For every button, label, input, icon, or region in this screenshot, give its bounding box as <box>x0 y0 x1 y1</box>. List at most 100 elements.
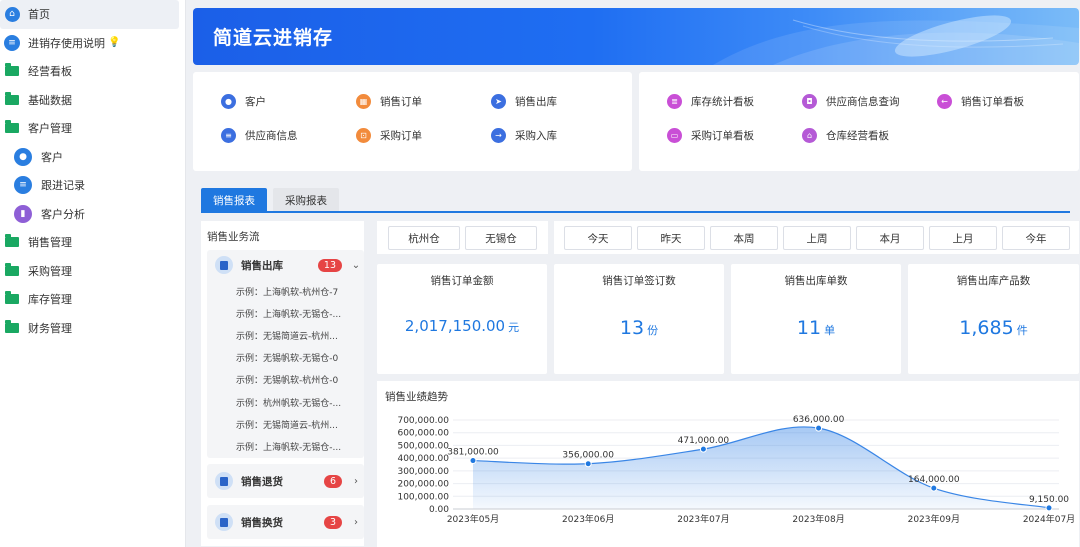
sidebar-item-label: 客户管理 <box>28 122 72 136</box>
shortcut-panel-left: ● 客户 ▦ 销售订单 ➤ 销售出库 ≡ 供应商信息 ⊡ 采购订单 → 采购入库 <box>193 72 632 171</box>
period-filter-this-year[interactable]: 今年 <box>1002 226 1070 250</box>
arrow-in-icon: → <box>491 128 506 143</box>
shortcut-purchase-order[interactable]: ⊡ 采购订单 <box>356 128 422 143</box>
shortcut-sales-order[interactable]: ▦ 销售订单 <box>356 94 422 109</box>
kpi-value: 1,685 件 <box>908 317 1079 339</box>
kpi-label: 销售出库单数 <box>784 275 848 287</box>
shortcut-inventory-dashboard[interactable]: ≣ 库存统计看板 <box>667 94 754 109</box>
shortcut-purchase-inbound[interactable]: → 采购入库 <box>491 128 557 143</box>
list-item[interactable]: 示例：无锡简道云-杭州... <box>207 324 364 346</box>
list-item[interactable]: 示例：无锡帆软-杭州仓-0 <box>207 369 364 391</box>
kpi-unit: 单 <box>824 324 836 337</box>
flow-group-label: 销售退货 <box>241 475 283 488</box>
data-point <box>584 460 592 468</box>
series-area <box>473 426 1049 509</box>
tab-sales-report[interactable]: 销售报表 <box>201 188 267 212</box>
kpi-card-order-count: 销售订单签订数 13 份 <box>554 264 724 374</box>
sidebar-item-home[interactable]: ⌂ 首页 <box>0 0 179 29</box>
grid-icon: ▦ <box>356 94 371 109</box>
period-filter-yesterday[interactable]: 昨天 <box>637 226 705 250</box>
flow-group-header[interactable]: 销售出库 13 ⌄ <box>207 250 364 280</box>
user-icon: ● <box>221 94 236 109</box>
period-filter-last-week[interactable]: 上周 <box>783 226 851 250</box>
folder-icon <box>4 120 20 136</box>
warehouse-filter-wuxi[interactable]: 无锡仓 <box>465 226 537 250</box>
chevron-right-icon[interactable]: › <box>348 517 364 528</box>
sidebar-item-customer-mgmt[interactable]: 客户管理 <box>0 114 185 143</box>
doc-icon: ≡ <box>221 128 236 143</box>
kpi-label: 销售出库产品数 <box>956 275 1031 287</box>
shortcut-label: 采购订单 <box>380 130 422 142</box>
flow-group-outbound: 销售出库 13 ⌄ 示例：上海帆软-杭州仓-7 示例：上海帆软-无锡仓-... … <box>207 250 364 458</box>
shortcut-supplier-query[interactable]: ◘ 供应商信息查询 <box>802 94 900 109</box>
shortcut-sales-outbound[interactable]: ➤ 销售出库 <box>491 94 557 109</box>
page-title: 简道云进销存 <box>213 27 334 49</box>
list-item[interactable]: 示例：上海帆软-无锡仓-... <box>207 302 364 324</box>
data-label: 636,000.00 <box>793 415 845 425</box>
kpi-number: 2,017,150.00 <box>404 317 506 335</box>
data-label: 164,000.00 <box>908 475 960 485</box>
kpi-value: 2,017,150.00 元 <box>377 317 547 335</box>
x-tick-label: 2024年07月 <box>1023 513 1075 525</box>
sidebar-item-label: 财务管理 <box>28 321 72 335</box>
shortcut-label: 仓库经营看板 <box>826 130 889 142</box>
y-tick-label: 500,000.00 <box>397 441 449 451</box>
period-filter-last-month[interactable]: 上月 <box>929 226 997 250</box>
report-tabs: 销售报表 采购报表 <box>201 188 345 212</box>
sidebar-item-customer[interactable]: ● 客户 <box>0 143 185 172</box>
period-filter-this-month[interactable]: 本月 <box>856 226 924 250</box>
flow-group-label: 销售出库 <box>241 259 283 272</box>
tab-purchase-report[interactable]: 采购报表 <box>273 188 339 212</box>
shortcut-customer[interactable]: ● 客户 <box>221 94 266 109</box>
data-label: 381,000.00 <box>447 448 499 458</box>
period-filter-this-week[interactable]: 本周 <box>710 226 778 250</box>
y-tick-label: 200,000.00 <box>397 480 449 490</box>
x-tick-label: 2023年06月 <box>562 513 614 525</box>
warehouse-filter-bar: 杭州仓 无锡仓 <box>377 221 548 254</box>
y-tick-label: 100,000.00 <box>397 492 449 502</box>
chevron-right-icon[interactable]: › <box>348 476 364 487</box>
count-badge: 3 <box>323 515 342 529</box>
data-point <box>1045 504 1053 512</box>
list-item[interactable]: 示例：无锡简道云-杭州... <box>207 413 364 435</box>
data-point <box>930 484 938 492</box>
folder-icon <box>4 91 20 108</box>
warehouse-filter-hangzhou[interactable]: 杭州仓 <box>388 226 460 250</box>
kpi-card-outbound-products: 销售出库产品数 1,685 件 <box>908 264 1079 374</box>
x-tick-label: 2023年08月 <box>792 513 844 525</box>
chevron-down-icon[interactable]: ⌄ <box>348 260 364 271</box>
list-item[interactable]: 示例：上海帆软-杭州仓-7 <box>207 280 364 302</box>
sidebar-item-inventory-mgmt[interactable]: 库存管理 <box>0 285 185 314</box>
shortcut-label: 销售出库 <box>515 96 557 108</box>
period-filter-today[interactable]: 今天 <box>564 226 632 250</box>
warehouse-icon: ⌂ <box>802 128 817 143</box>
sidebar-item-guide[interactable]: ≡ 进销存使用说明 💡 <box>0 29 185 58</box>
flow-group-header[interactable]: 销售退货 6 › <box>207 464 364 498</box>
list-item[interactable]: 示例：上海帆软-无锡仓-... <box>207 435 364 457</box>
shortcut-purchase-order-dashboard[interactable]: ▭ 采购订单看板 <box>667 128 754 143</box>
sidebar-item-finance-mgmt[interactable]: 财务管理 <box>0 314 185 343</box>
list-item[interactable]: 示例：无锡帆软-无锡仓-0 <box>207 347 364 369</box>
database-icon: ≣ <box>667 94 682 109</box>
period-filter-bar: 今天 昨天 本周 上周 本月 上月 今年 <box>554 221 1079 254</box>
sidebar-item-sales-mgmt[interactable]: 销售管理 <box>0 228 185 257</box>
sidebar-item-followup[interactable]: ≡ 跟进记录 <box>0 171 185 200</box>
user-icon: ● <box>14 147 32 166</box>
shortcut-label: 库存统计看板 <box>691 96 754 108</box>
shortcut-supplier-info[interactable]: ≡ 供应商信息 <box>221 128 298 143</box>
list-item[interactable]: 示例：杭州帆软-无锡仓-... <box>207 391 364 413</box>
y-tick-label: 600,000.00 <box>397 429 449 439</box>
chart-svg: 0.00 100,000.00 200,000.00 300,000.00 400,00… <box>397 415 1075 525</box>
sidebar-item-dashboard[interactable]: 经营看板 <box>0 57 185 86</box>
flow-group-header[interactable]: 销售换货 3 › <box>207 505 364 539</box>
folder-icon <box>4 234 20 250</box>
sidebar-item-label: 库存管理 <box>28 293 72 307</box>
flow-group-label: 销售换货 <box>241 516 283 529</box>
data-point <box>469 457 477 465</box>
shortcut-warehouse-dashboard[interactable]: ⌂ 仓库经营看板 <box>802 128 889 143</box>
sidebar-item-basic-data[interactable]: 基础数据 <box>0 86 185 115</box>
doc-icon <box>215 513 233 531</box>
sidebar-item-purchase-mgmt[interactable]: 采购管理 <box>0 257 185 286</box>
shortcut-sales-order-dashboard[interactable]: ← 销售订单看板 <box>937 94 1024 109</box>
sidebar-item-customer-analysis[interactable]: ▮ 客户分析 <box>0 200 185 229</box>
